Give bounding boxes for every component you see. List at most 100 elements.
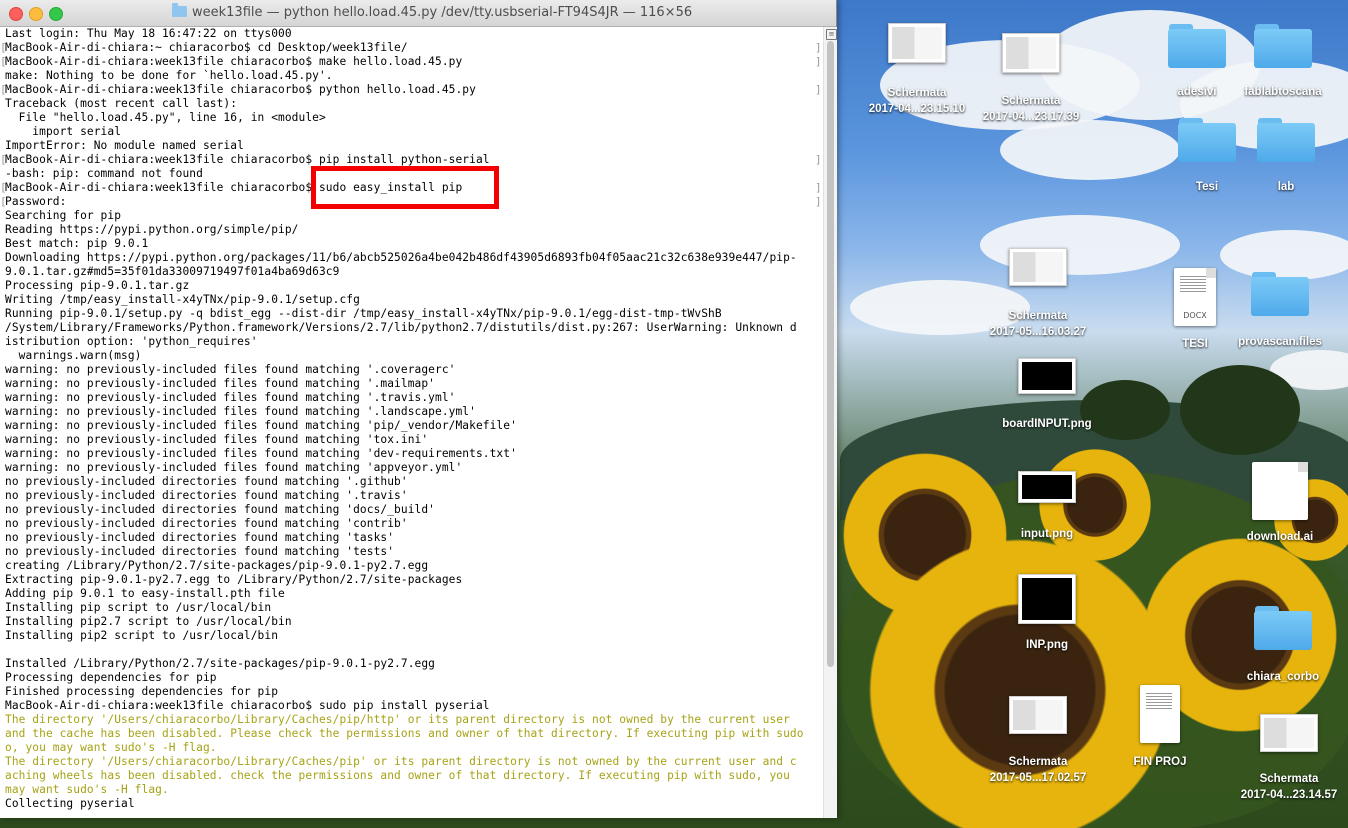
terminal-line: ImportError: No module named serial (5, 139, 244, 152)
folder-icon (172, 3, 187, 17)
image-thumbnail-icon (1018, 471, 1076, 503)
zoom-button[interactable] (49, 7, 63, 21)
terminal-line: no previously-included directories found… (5, 517, 408, 530)
terminal-line: warning: no previously-included files fo… (5, 405, 476, 418)
terminal-line: o, you may want sudo's -H flag. (5, 741, 217, 754)
terminal-line: warning: no previously-included files fo… (5, 391, 456, 404)
terminal-line: Processing pip-9.0.1.tar.gz (5, 279, 190, 292)
terminal-line: MacBook-Air-di-chiara:~ chiaracorbo$ cd … (0, 41, 822, 55)
terminal-line: import serial (5, 125, 122, 138)
terminal-line: warning: no previously-included files fo… (5, 363, 456, 376)
terminal-line: Installing pip2.7 script to /usr/local/b… (5, 615, 292, 628)
minimize-button[interactable] (29, 7, 43, 21)
terminal-line: istribution option: 'python_requires' (5, 335, 258, 348)
desktop-icon-folder-provascan[interactable]: provascan.files (1215, 272, 1345, 350)
terminal-line: 9.0.1.tar.gz#md5=35f01da33009719497f01a4… (5, 265, 340, 278)
terminal-line: Downloading https://pypi.python.org/pack… (5, 251, 797, 264)
icon-label: chiara_corbo (1246, 671, 1320, 683)
icon-label: fablabtoscana (1244, 86, 1322, 98)
close-button[interactable] (9, 7, 23, 21)
terminal-line: /System/Library/Frameworks/Python.framew… (5, 321, 797, 334)
desktop-icon-input-png[interactable]: input.png (982, 471, 1112, 542)
terminal-line: warning: no previously-included files fo… (5, 377, 436, 390)
terminal-line: no previously-included directories found… (5, 489, 408, 502)
scroll-menu-icon[interactable]: ≡ (826, 29, 837, 40)
terminal-line: Installed /Library/Python/2.7/site-packa… (5, 657, 436, 670)
icon-label: INP.png (1026, 639, 1068, 651)
terminal-line: File "hello.load.45.py", line 16, in <mo… (5, 111, 326, 124)
terminal-line: Running pip-9.0.1/setup.py -q bdist_egg … (5, 307, 722, 320)
terminal-line: may want sudo's -H flag. (5, 783, 169, 796)
terminal-line: MacBook-Air-di-chiara:week13file chiarac… (0, 153, 822, 167)
folder-icon (1257, 118, 1315, 162)
icon-sublabel: 2017-04...23.15.10 (868, 103, 966, 115)
terminal-line: Writing /tmp/easy_install-x4yTNx/pip-9.0… (5, 293, 360, 306)
icon-label: Schermata (1008, 310, 1068, 322)
terminal-line: warnings.warn(msg) (5, 349, 142, 362)
desktop-icon-folder-fablabtoscana[interactable]: fablabtoscana (1218, 24, 1348, 100)
terminal-line: Reading https://pypi.python.org/simple/p… (5, 223, 299, 236)
icon-label: FIN PROJ (1133, 756, 1187, 768)
terminal-line: warning: no previously-included files fo… (5, 433, 429, 446)
terminal-line: Installing pip2 script to /usr/local/bin (5, 629, 279, 642)
icon-label: input.png (1020, 528, 1074, 540)
window-title: week13file — python hello.load.45.py /de… (172, 3, 693, 20)
icon-sublabel: 2017-04...23.14.57 (1240, 789, 1338, 801)
image-thumbnail-icon (1018, 358, 1076, 394)
terminal-line: MacBook-Air-di-chiara:week13file chiarac… (5, 699, 490, 712)
highlight-annotation-box (311, 166, 499, 209)
icon-label: Schermata (1008, 756, 1068, 768)
desktop-icon-boardinput-png[interactable]: boardINPUT.png (982, 358, 1112, 432)
terminal-line: Installing pip script to /usr/local/bin (5, 601, 272, 614)
desktop-icon-inp-png[interactable]: INP.png (982, 574, 1112, 653)
document-file-icon (1140, 685, 1180, 743)
desktop-icon-screenshot-2[interactable]: Schermata 2017-04...23.17.39 (966, 33, 1096, 125)
terminal-line: MacBook-Air-di-chiara:week13file chiarac… (0, 83, 822, 97)
file-type-tag: DOCX (1183, 311, 1207, 320)
folder-icon (1254, 24, 1312, 68)
screenshot-thumbnail-icon (1002, 33, 1060, 73)
terminal-line: no previously-included directories found… (5, 475, 408, 488)
terminal-line: aching wheels has been disabled. check t… (5, 769, 790, 782)
terminal-line: make: Nothing to be done for `hello.load… (5, 69, 333, 82)
terminal-line: Finished processing dependencies for pip (5, 685, 279, 698)
terminal-output[interactable]: Last login: Thu May 18 16:47:22 on ttys0… (0, 27, 822, 818)
desktop-icon-folder-lab[interactable]: lab (1221, 118, 1348, 195)
terminal-line: no previously-included directories found… (5, 503, 436, 516)
folder-icon (1254, 606, 1312, 650)
docx-file-icon: DOCX (1174, 268, 1216, 326)
terminal-line: no previously-included directories found… (5, 531, 395, 544)
icon-label: download.ai (1246, 531, 1314, 543)
desktop-icon-download-ai[interactable]: download.ai (1215, 462, 1345, 545)
icon-label: Schermata (1259, 773, 1319, 785)
terminal-window[interactable]: week13file — python hello.load.45.py /de… (0, 0, 837, 818)
terminal-line: warning: no previously-included files fo… (5, 461, 463, 474)
terminal-line: warning: no previously-included files fo… (5, 419, 517, 432)
window-titlebar[interactable]: week13file — python hello.load.45.py /de… (0, 0, 836, 27)
desktop-icon-screenshot-4[interactable]: Schermata 2017-05...17.02.57 (973, 696, 1103, 786)
screenshot-thumbnail-icon (888, 23, 946, 63)
icon-sublabel: 2017-05...17.02.57 (989, 772, 1087, 784)
window-title-text: week13file — python hello.load.45.py /de… (192, 5, 693, 20)
terminal-line: Best match: pip 9.0.1 (5, 237, 149, 250)
terminal-line: Last login: Thu May 18 16:47:22 on ttys0… (5, 27, 292, 40)
screenshot-thumbnail-icon (1260, 714, 1318, 752)
terminal-line: and the cache has been disabled. Please … (5, 727, 804, 740)
desktop-icon-screenshot-3[interactable]: Schermata 2017-05...16.03.27 (973, 248, 1103, 340)
icon-sublabel: 2017-04...23.17.39 (982, 111, 1080, 123)
terminal-line: Searching for pip (5, 209, 122, 222)
terminal-line: no previously-included directories found… (5, 545, 395, 558)
desktop-icon-screenshot-5[interactable]: Schermata 2017-04...23.14.57 (1224, 714, 1348, 803)
terminal-line: Traceback (most recent call last): (5, 97, 238, 110)
terminal-line: The directory '/Users/chiaracorbo/Librar… (5, 713, 790, 726)
vertical-scrollbar[interactable]: ≡ (823, 27, 837, 818)
image-thumbnail-icon (1018, 574, 1076, 624)
scrollbar-thumb[interactable] (827, 41, 834, 667)
desktop-icon-screenshot-1[interactable]: Schermata 2017-04...23.15.10 (852, 23, 982, 117)
desktop-icon-folder-chiara-corbo[interactable]: chiara_corbo (1218, 606, 1348, 685)
terminal-line: Processing dependencies for pip (5, 671, 217, 684)
icon-label: Schermata (1001, 95, 1061, 107)
desktop-icon-fin-proj[interactable]: FIN PROJ (1095, 685, 1225, 770)
folder-icon (1251, 272, 1309, 316)
